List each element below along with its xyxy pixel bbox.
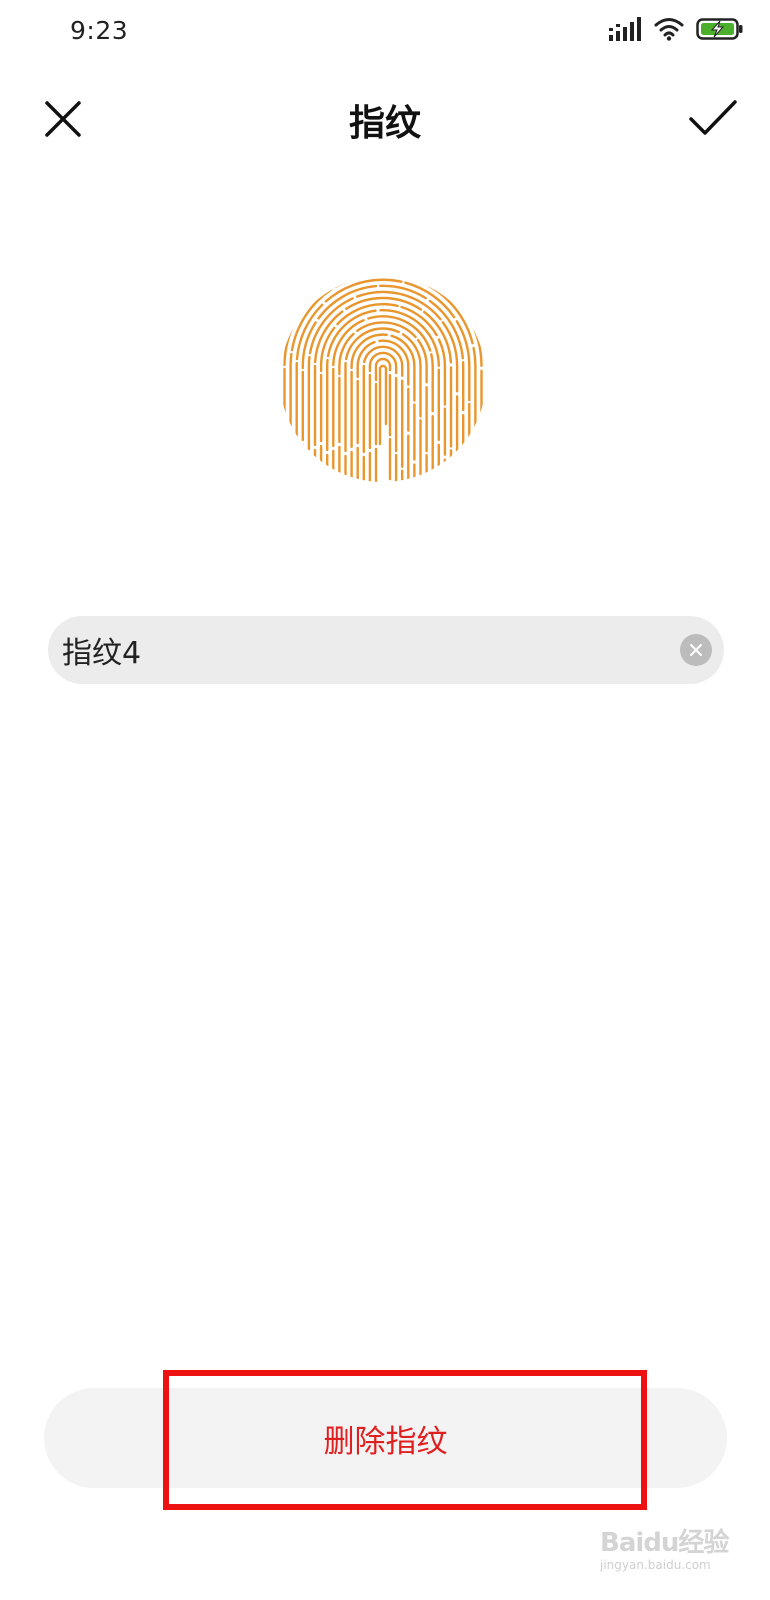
watermark-logo: Baidu经验 bbox=[600, 1528, 729, 1558]
delete-fingerprint-label: 删除指纹 bbox=[323, 1423, 448, 1460]
watermark: Baidu经验 jingyan.baidu.com bbox=[592, 1510, 742, 1580]
signal-icon bbox=[608, 16, 642, 46]
status-bar: 9:23 bbox=[0, 0, 770, 62]
header: 指纹 bbox=[0, 62, 770, 172]
clear-icon bbox=[690, 644, 702, 656]
checkmark-icon bbox=[689, 100, 737, 135]
clear-button[interactable] bbox=[680, 634, 712, 666]
watermark-url: jingyan.baidu.com bbox=[600, 1558, 711, 1572]
confirm-button[interactable] bbox=[684, 90, 742, 148]
fingerprint-name-input[interactable] bbox=[62, 616, 662, 684]
wifi-icon bbox=[654, 17, 684, 45]
status-time: 9:23 bbox=[70, 16, 129, 45]
delete-fingerprint-button[interactable]: 删除指纹 bbox=[44, 1388, 727, 1488]
page-title: 指纹 bbox=[348, 103, 421, 144]
fingerprint-name-field[interactable] bbox=[48, 616, 724, 684]
fingerprint-icon bbox=[278, 274, 488, 489]
status-icons bbox=[608, 16, 744, 46]
battery-charging-icon bbox=[696, 17, 744, 45]
